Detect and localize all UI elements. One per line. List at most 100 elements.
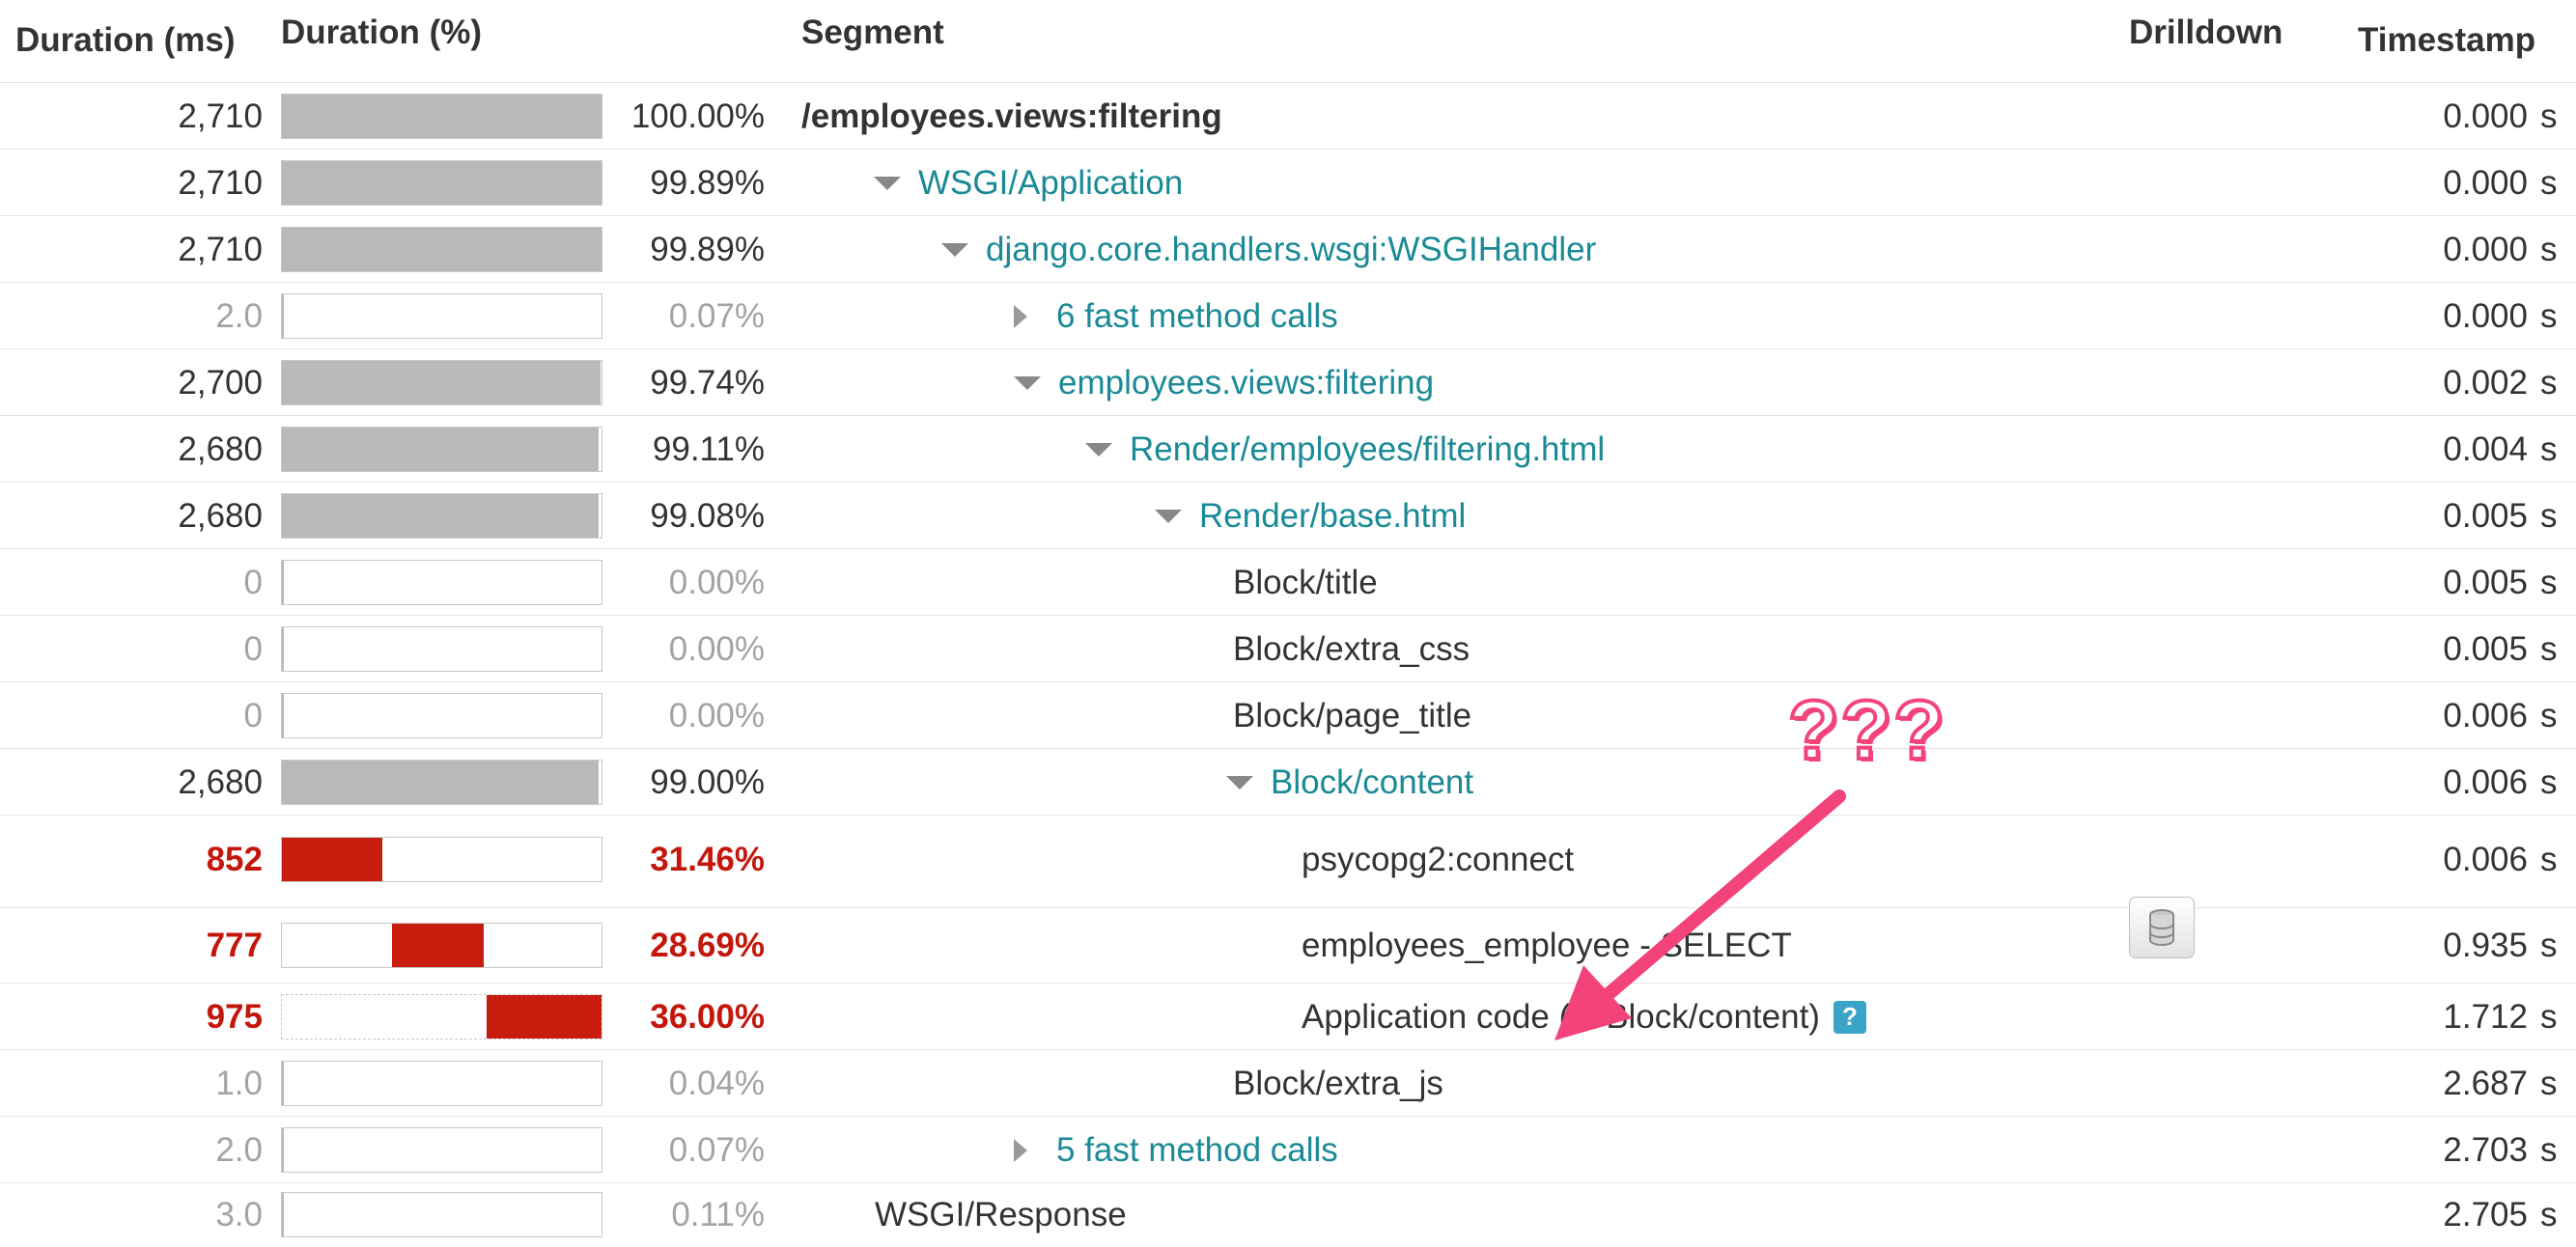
duration-percent: 100.00% [630, 97, 765, 135]
duration-percent: 0.00% [668, 696, 765, 734]
duration-ms: 0 [243, 696, 263, 734]
duration-ms: 2,680 [178, 430, 263, 468]
table-row[interactable]: 0 0.00% Block/page_title 0.006 s [0, 681, 2576, 749]
duration-percent: 28.69% [650, 927, 765, 964]
table-row[interactable]: 2,710 99.89% django.core.handlers.wsgi:WSG… [0, 215, 2576, 283]
timestamp-unit: s [2540, 629, 2558, 668]
duration-bar [281, 492, 602, 539]
header-segment[interactable]: Segment [801, 14, 944, 52]
segment-link[interactable]: django.core.handlers.wsgi:WSGIHandler [986, 231, 1596, 269]
table-row[interactable]: 3.0 0.11% WSGI/Response 2.705 s [0, 1182, 2576, 1247]
collapse-triangle-icon[interactable] [1014, 375, 1041, 390]
header-drilldown[interactable]: Drilldown [2129, 14, 2282, 52]
table-row[interactable]: 0 0.00% Block/extra_css 0.005 s [0, 615, 2576, 682]
table-row[interactable]: 2.0 0.07% 6 fast method calls 0.000 s [0, 282, 2576, 349]
duration-percent: 99.00% [650, 762, 765, 801]
duration-ms: 1.0 [215, 1064, 263, 1102]
timestamp-value: 0.935 [2443, 927, 2528, 964]
segment-cell: Render/employees/filtering.html [1085, 416, 2389, 483]
timestamp-unit: s [2540, 296, 2558, 335]
duration-ms: 2,710 [178, 97, 263, 135]
duration-ms: 2,680 [178, 762, 263, 801]
timestamp-value: 0.000 [2443, 230, 2528, 268]
header-duration-pct[interactable]: Duration (%) [281, 14, 482, 52]
table-row[interactable]: 0 0.00% Block/title 0.005 s [0, 548, 2576, 616]
timestamp-unit: s [2540, 927, 2558, 964]
segment-cell: psycopg2:connect [1302, 816, 2576, 903]
duration-percent: 99.89% [650, 163, 765, 202]
expand-triangle-icon[interactable] [1014, 304, 1027, 328]
segment-link[interactable]: employees.views:filtering [1058, 364, 1434, 402]
timestamp-value: 0.002 [2443, 363, 2528, 402]
table-row[interactable]: 2,700 99.74% employees.views:filtering 0.00… [0, 348, 2576, 416]
collapse-triangle-icon[interactable] [941, 242, 968, 257]
timestamp-unit: s [2540, 163, 2558, 202]
duration-percent: 99.08% [650, 496, 765, 535]
duration-bar [281, 426, 602, 472]
collapse-triangle-icon[interactable] [1226, 775, 1253, 790]
timestamp-unit: s [2540, 363, 2558, 402]
duration-ms: 0 [243, 629, 263, 668]
segment-link[interactable]: 5 fast method calls [1056, 1131, 1338, 1170]
duration-percent: 99.74% [650, 363, 765, 402]
header-timestamp[interactable]: Timestamp [2358, 21, 2535, 60]
question-annotation: ??? [1786, 682, 1946, 779]
duration-bar [281, 559, 602, 605]
segment-label: Block/page_title [1233, 696, 1472, 734]
database-drilldown-button[interactable] [2129, 897, 2195, 958]
timestamp-unit: s [2540, 1064, 2558, 1102]
header-duration-ms[interactable]: Duration (ms) [15, 21, 236, 60]
table-row[interactable]: 2,680 99.00% Block/content 0.006 s [0, 748, 2576, 816]
segment-link[interactable]: Render/employees/filtering.html [1130, 430, 1605, 469]
table-row[interactable]: 2,710 99.89% WSGI/Application 0.000 s [0, 149, 2576, 216]
help-icon[interactable]: ? [1833, 1000, 1866, 1034]
timestamp-unit: s [2540, 496, 2558, 535]
segment-cell: django.core.handlers.wsgi:WSGIHandler [941, 216, 2245, 283]
duration-bar [281, 292, 602, 339]
collapse-triangle-icon[interactable] [1155, 509, 1182, 523]
duration-ms: 777 [206, 927, 263, 964]
timestamp-unit: s [2540, 430, 2558, 468]
duration-bar [281, 1126, 602, 1173]
duration-bar-fill [282, 227, 602, 271]
duration-percent: 0.00% [668, 629, 765, 668]
table-row[interactable]: 2,710 100.00% /employees.views:filtering 0.… [0, 82, 2576, 150]
duration-percent: 0.00% [668, 563, 765, 601]
duration-bar [281, 359, 602, 405]
table-row[interactable]: 2,680 99.11% Render/employees/filtering.ht… [0, 415, 2576, 483]
table-row[interactable]: 975 36.00% Application code (in Block/cont… [0, 983, 2576, 1050]
duration-bar [281, 159, 602, 206]
duration-ms: 2,710 [178, 163, 263, 202]
duration-bar-fill [282, 1193, 284, 1236]
duration-ms: 0 [243, 563, 263, 601]
table-row[interactable]: 852 31.46% psycopg2:connect 0.006 s [0, 815, 2576, 903]
duration-percent: 31.46% [650, 840, 765, 878]
segment-cell: Block/extra_css [1233, 616, 2536, 682]
collapse-triangle-icon[interactable] [874, 176, 901, 190]
segment-link[interactable]: Block/content [1271, 763, 1473, 802]
duration-bar-fill [282, 427, 599, 471]
duration-ms: 2.0 [215, 1130, 263, 1169]
segment-label: Block/extra_js [1233, 1064, 1443, 1102]
segment-label: Block/extra_css [1233, 629, 1470, 668]
duration-ms: 2,700 [178, 363, 263, 402]
table-row[interactable]: 2,680 99.08% Render/base.html 0.005 s [0, 482, 2576, 549]
timestamp-unit: s [2540, 696, 2558, 734]
table-row[interactable]: 2.0 0.07% 5 fast method calls 2.703 s [0, 1116, 2576, 1183]
timestamp-unit: s [2540, 1130, 2558, 1169]
expand-triangle-icon[interactable] [1014, 1138, 1027, 1162]
segment-link[interactable]: Render/base.html [1199, 497, 1466, 536]
timestamp-value: 0.000 [2443, 163, 2528, 202]
duration-bar-fill [282, 837, 382, 881]
timestamp-unit: s [2540, 230, 2558, 268]
timestamp-value: 0.005 [2443, 563, 2528, 601]
timestamp-unit: s [2540, 563, 2558, 601]
table-row[interactable]: 1.0 0.04% Block/extra_js 2.687 s [0, 1049, 2576, 1117]
segment-cell: 5 fast method calls [1014, 1117, 2317, 1183]
duration-bar-fill [282, 626, 284, 671]
timestamp-unit: s [2540, 97, 2558, 135]
duration-bar [281, 923, 602, 968]
segment-link[interactable]: WSGI/Application [918, 164, 1183, 203]
collapse-triangle-icon[interactable] [1085, 442, 1112, 457]
segment-link[interactable]: 6 fast method calls [1056, 297, 1338, 336]
